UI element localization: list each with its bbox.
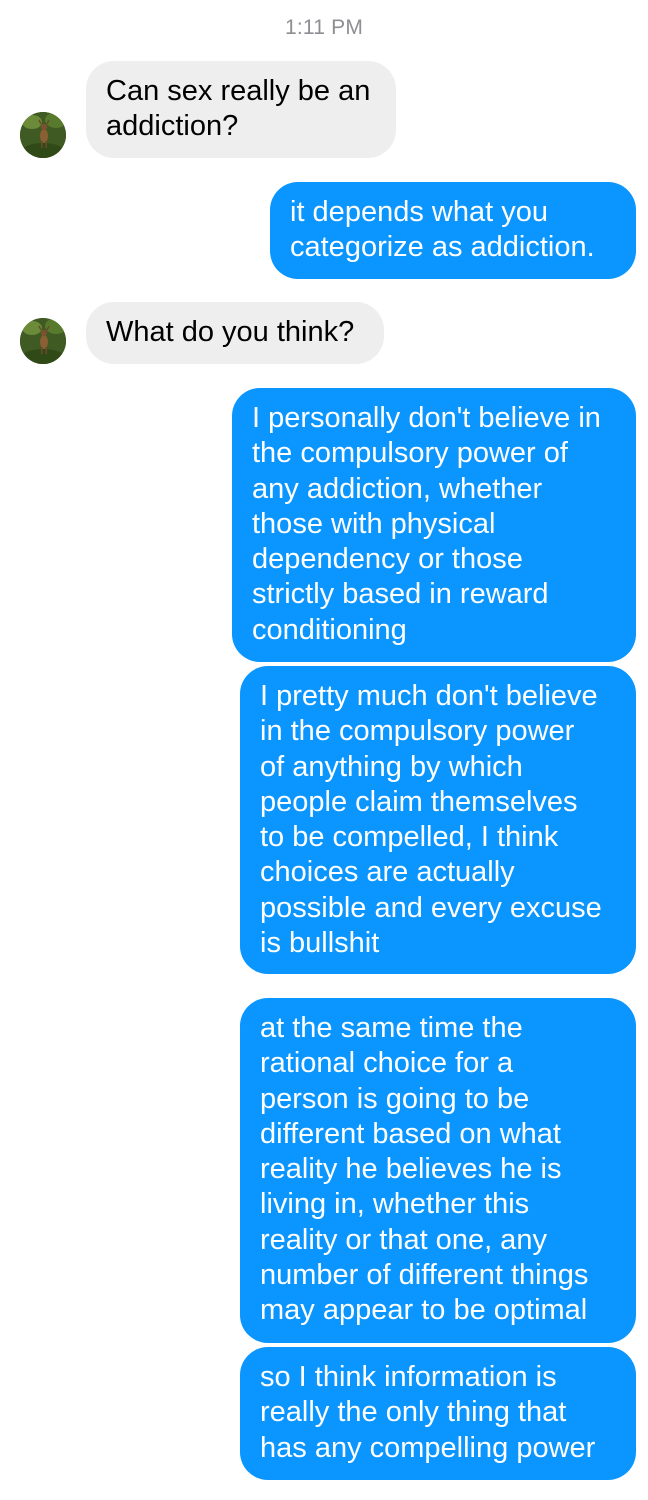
message-timestamp: 1:11 PM <box>284 16 364 39</box>
deer-photo-icon <box>20 112 66 158</box>
message-bubble-outgoing[interactable]: it depends what you categorize as addict… <box>270 182 636 279</box>
message-bubble-outgoing[interactable]: at the same time the rational choice for… <box>240 998 636 1343</box>
contact-avatar[interactable] <box>20 112 66 158</box>
message-bubble-incoming[interactable]: Can sex really be an addiction? <box>86 61 396 158</box>
message-bubble-outgoing[interactable]: I pretty much don't believe in the compu… <box>240 666 636 974</box>
message-bubble-incoming[interactable]: What do you think? <box>86 302 384 364</box>
contact-avatar[interactable] <box>20 318 66 364</box>
message-bubble-outgoing[interactable]: I personally don't believe in the compul… <box>232 388 636 662</box>
deer-photo-icon <box>20 318 66 364</box>
message-bubble-outgoing[interactable]: so I think information is really the onl… <box>240 1347 636 1480</box>
